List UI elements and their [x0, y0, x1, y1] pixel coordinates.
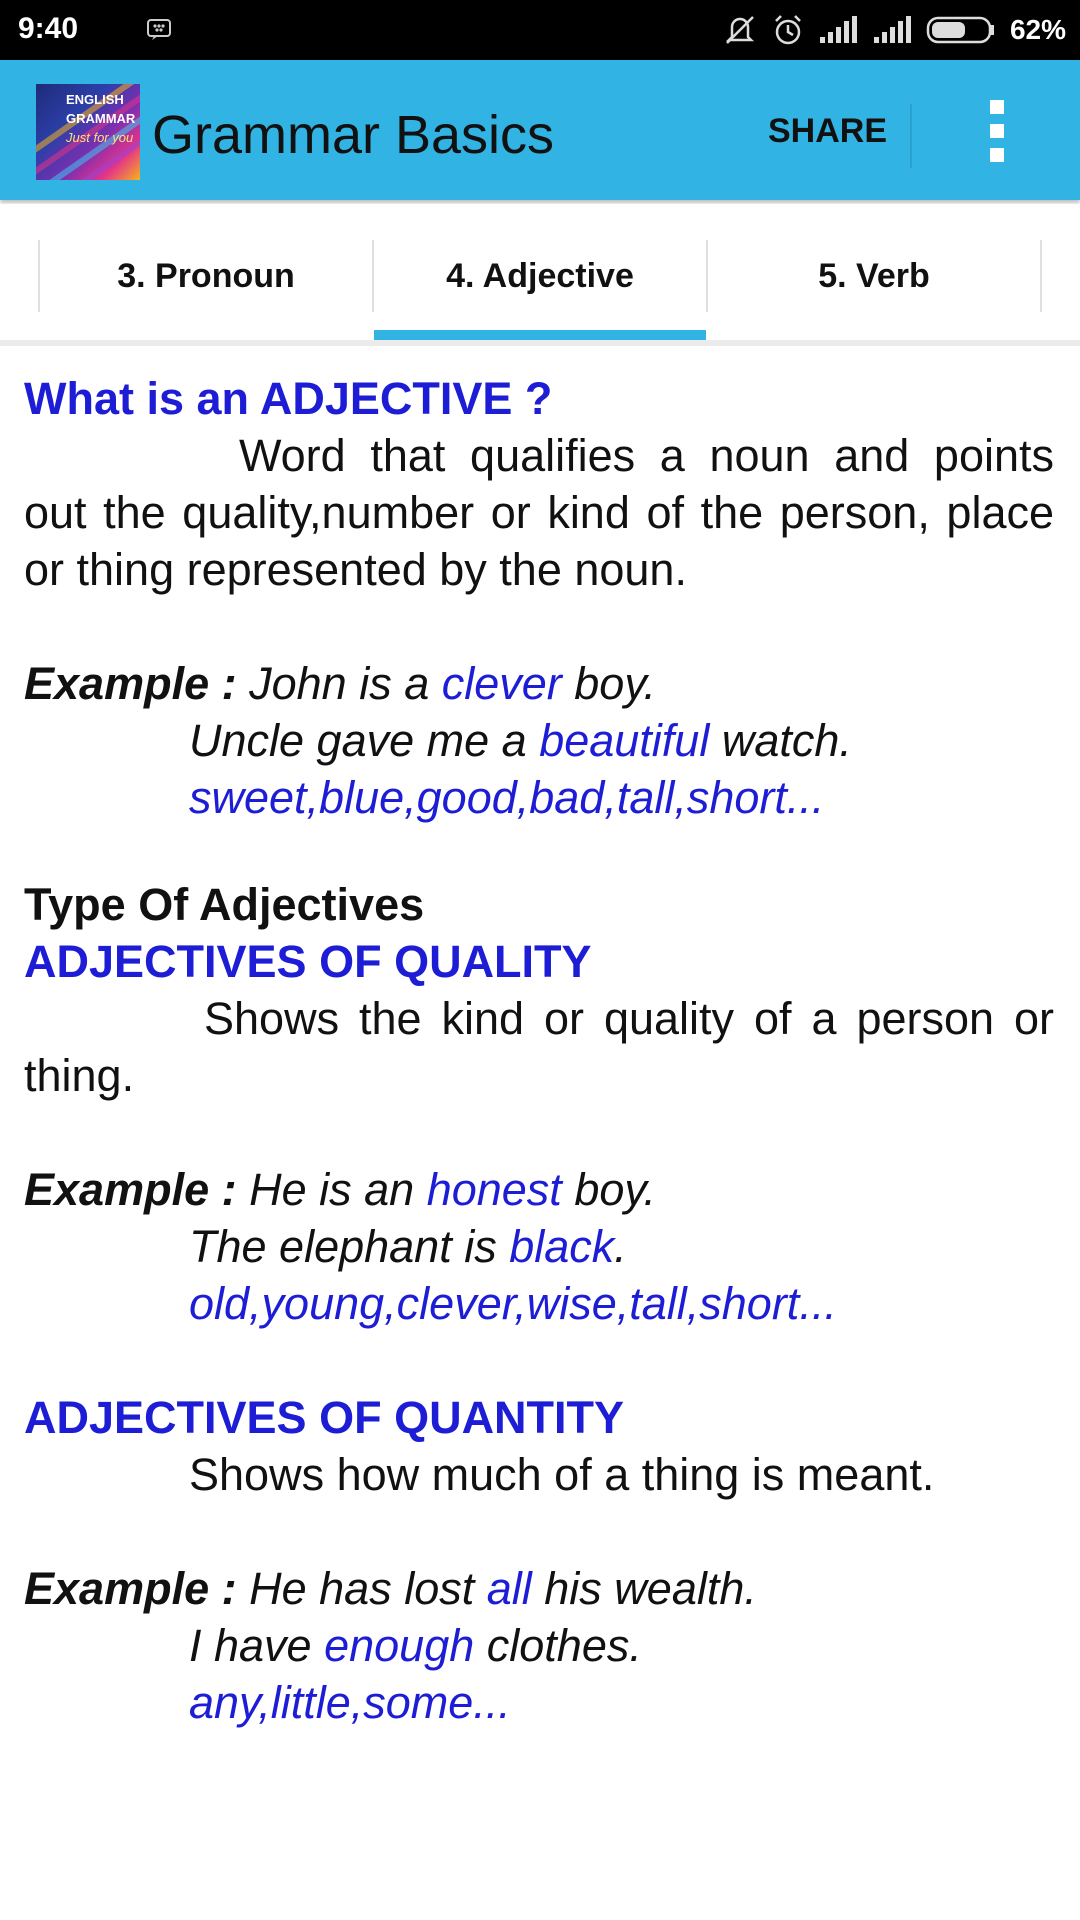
quantity-description: Shows how much of a thing is meant. [189, 1449, 935, 1500]
example-line: I have enough clothes. [189, 1620, 642, 1671]
quality-description: Shows the kind or quality of a person or… [24, 993, 1054, 1101]
logo-text: ENGLISH GRAMMAR Just for you [66, 92, 136, 145]
definition-text: Word that qualifies a noun and points ou… [24, 430, 1054, 595]
section-heading: What is an ADJECTIVE ? [24, 373, 553, 424]
app-bar: ENGLISH GRAMMAR Just for you Grammar Bas… [0, 60, 1080, 200]
tab-pronoun[interactable]: 3. Pronoun [40, 240, 372, 312]
example-line: Uncle gave me a beautiful watch. [189, 715, 852, 766]
alarm-icon [775, 15, 801, 45]
tab-separator [1040, 240, 1042, 312]
battery-percent: 62% [1009, 14, 1066, 45]
blackberry-messenger-icon [147, 19, 171, 40]
share-button[interactable]: SHARE [768, 112, 887, 151]
tab-adjective[interactable]: 4. Adjective [374, 240, 706, 312]
types-heading: Type Of Adjectives [24, 879, 425, 930]
lesson-content: What is an ADJECTIVE ? Word that qualifi… [24, 370, 1054, 1731]
signal-icon [819, 16, 857, 43]
quality-heading: ADJECTIVES OF QUALITY [24, 936, 592, 987]
overflow-menu-icon[interactable] [980, 100, 1014, 170]
status-time: 9:40 [18, 12, 79, 45]
example-line: The elephant is black. [189, 1221, 627, 1272]
status-bar: 9:40 62% [0, 0, 1080, 60]
mute-icon [725, 16, 754, 44]
quantity-heading: ADJECTIVES OF QUANTITY [24, 1392, 625, 1443]
signal-icon [873, 16, 911, 43]
example-word-list: old,young,clever,wise,tall,short... [189, 1278, 837, 1329]
app-logo[interactable]: ENGLISH GRAMMAR Just for you [36, 84, 140, 180]
app-title: Grammar Basics [152, 105, 555, 165]
example-line: Example : He is an honest boy. [24, 1164, 657, 1215]
battery-icon [926, 16, 994, 44]
tab-verb[interactable]: 5. Verb [708, 240, 1040, 312]
appbar-divider [910, 104, 912, 168]
example-word-list: any,little,some... [189, 1677, 511, 1728]
tab-bar: 3. Pronoun 4. Adjective 5. Verb [0, 204, 1080, 346]
example-line: Example : He has lost all his wealth. [24, 1563, 757, 1614]
example-line: Example : John is a clever boy. [24, 658, 656, 709]
tab-bar-border [0, 340, 1080, 346]
example-word-list: sweet,blue,good,bad,tall,short... [189, 772, 825, 823]
